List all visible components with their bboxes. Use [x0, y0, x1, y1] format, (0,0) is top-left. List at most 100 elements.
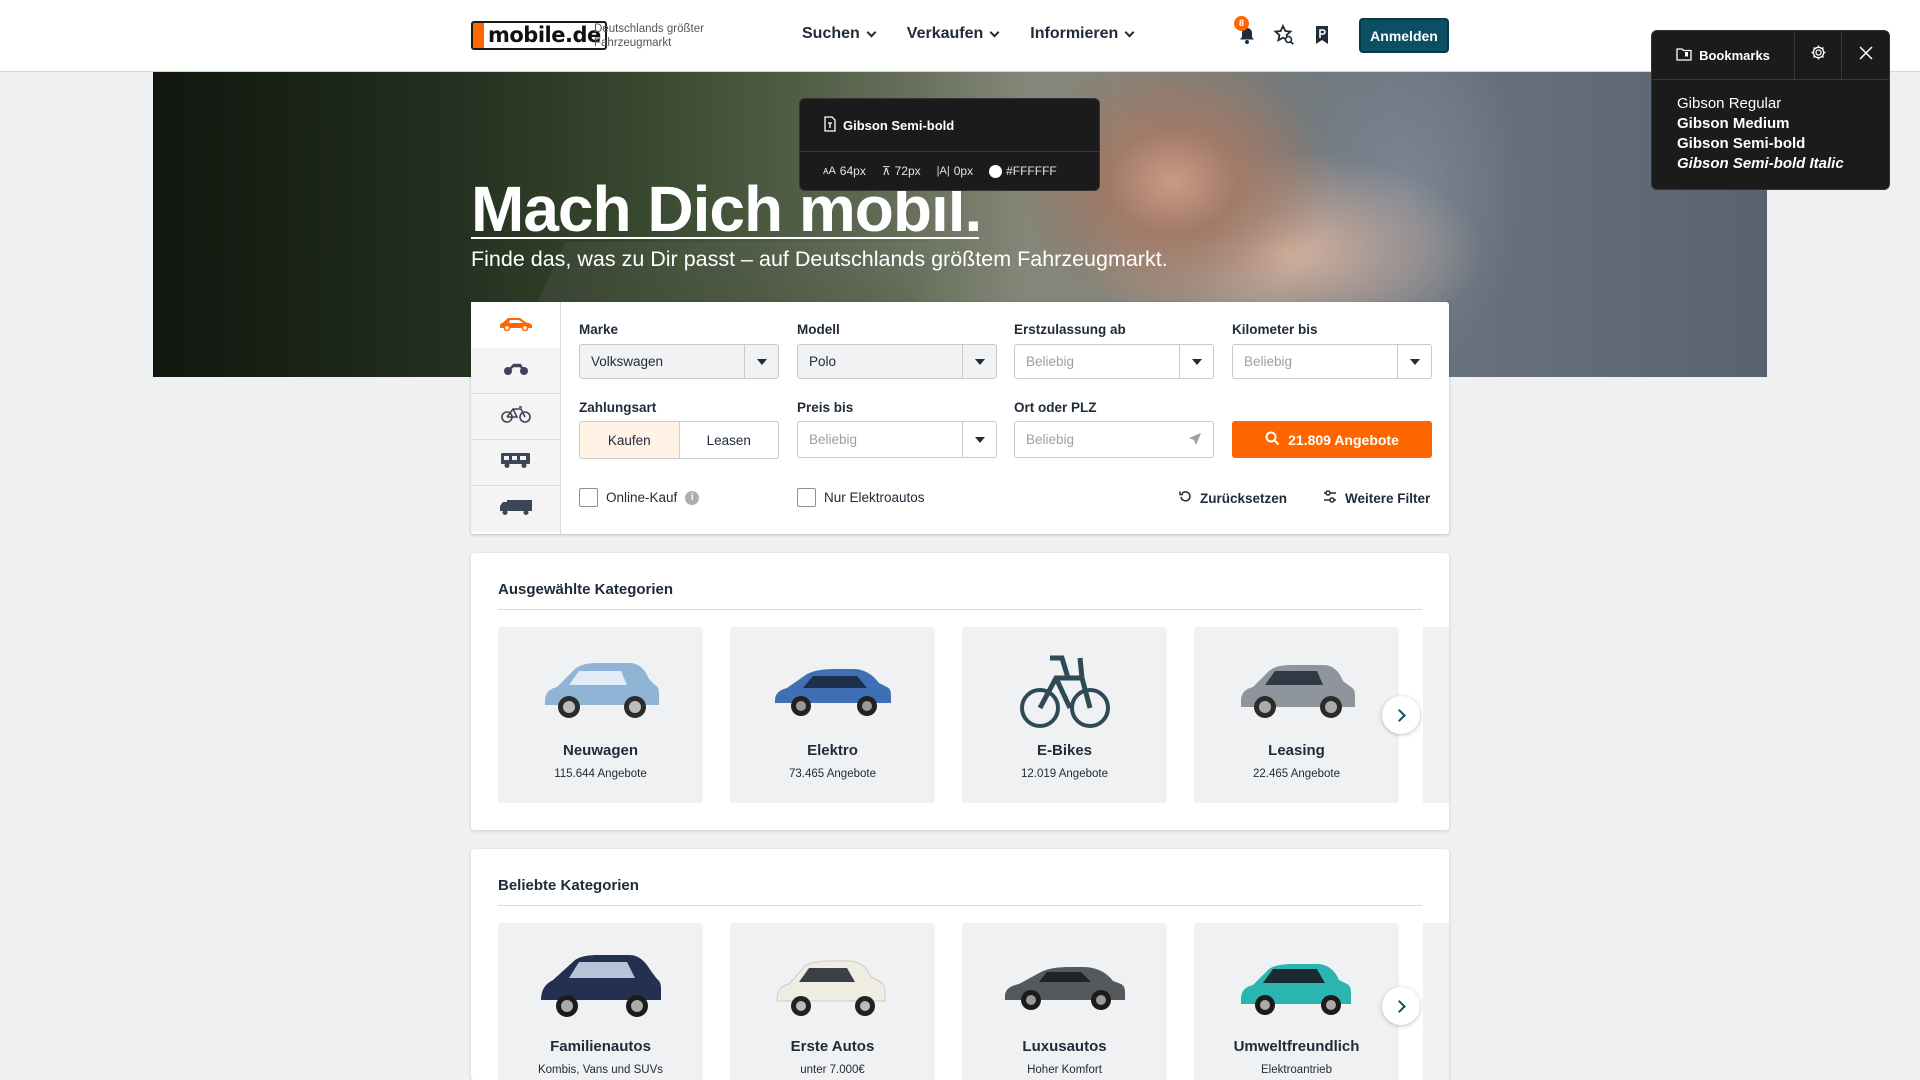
color-stat: #FFFFFF — [989, 164, 1057, 178]
truck-icon — [499, 498, 533, 521]
login-button[interactable]: Anmelden — [1359, 18, 1449, 53]
settings-button[interactable] — [1795, 31, 1842, 79]
dropdown-arrow-icon — [1397, 345, 1431, 378]
category-card-erste-autos[interactable]: Erste Autos unter 7.000€ — [730, 923, 935, 1080]
section-divider — [498, 905, 1422, 906]
search-submit-button[interactable]: 21.809 Angebote — [1232, 421, 1432, 458]
marke-select[interactable]: Volkswagen — [579, 344, 779, 379]
dropdown-arrow-icon — [744, 345, 778, 378]
logo-accent — [473, 23, 484, 48]
carousel-next-button[interactable] — [1382, 987, 1420, 1025]
camper-icon — [500, 451, 532, 474]
nav-suchen-label: Suchen — [802, 25, 860, 42]
star-search-icon[interactable] — [1273, 23, 1295, 46]
bookmark-folder-icon — [1676, 47, 1692, 64]
kilometer-select[interactable]: Beliebig — [1232, 344, 1432, 379]
card-title: Erste Autos — [790, 1038, 875, 1055]
mobile-de-logo[interactable]: mobile.de — [471, 21, 607, 50]
modell-label: Modell — [797, 322, 840, 337]
parking-bookmark-icon[interactable] — [1311, 24, 1333, 46]
category-card-neuwagen[interactable]: Neuwagen 115.644 Angebote — [498, 627, 703, 803]
category-card-umweltfreundlich[interactable]: Umweltfreundlich Elektroantrieb — [1194, 923, 1399, 1080]
reset-icon — [1179, 490, 1192, 506]
line-height-icon: ⊼ — [881, 164, 891, 178]
vehicle-type-tabs — [471, 302, 561, 534]
card-title: Leasing — [1268, 742, 1325, 759]
electric-car-image — [730, 645, 935, 735]
ort-placeholder: Beliebig — [1026, 432, 1075, 447]
ebike-image — [962, 645, 1167, 735]
bookmark-item[interactable]: Gibson Medium — [1677, 114, 1889, 134]
category-card-elektro[interactable]: Elektro 73.465 Angebote — [730, 627, 935, 803]
nav-informieren[interactable]: Informieren — [1030, 25, 1135, 43]
card-count: 115.644 Angebote — [554, 768, 647, 780]
preis-select[interactable]: Beliebig — [797, 421, 997, 458]
site-header: mobile.de Deutschlands größter Fahrzeugm… — [0, 0, 1920, 72]
tab-truck[interactable] — [471, 486, 560, 532]
carousel-next-button[interactable] — [1382, 696, 1420, 734]
crossover-image — [1194, 645, 1399, 735]
chevron-down-icon — [989, 27, 1000, 37]
marke-value: Volkswagen — [591, 354, 664, 369]
hero-subtitle: Finde das, was zu Dir passt – auf Deutsc… — [471, 247, 1168, 271]
nav-verkaufen[interactable]: Verkaufen — [906, 25, 1000, 43]
kilometer-label: Kilometer bis — [1232, 322, 1318, 337]
tooltip-header: Gibson Semi-bold — [800, 99, 1099, 152]
online-kauf-option[interactable]: Online-Kauf i — [579, 488, 700, 507]
dropdown-arrow-icon — [962, 422, 996, 457]
card-count: 22.465 Angebote — [1253, 768, 1340, 780]
toggle-kaufen[interactable]: Kaufen — [580, 422, 680, 458]
dropdown-arrow-icon — [962, 345, 996, 378]
tab-motorbike[interactable] — [471, 348, 560, 394]
marke-label: Marke — [579, 322, 619, 337]
modell-select[interactable]: Polo — [797, 344, 997, 379]
card-peek — [1423, 923, 1449, 1080]
card-subtitle: Elektroantrieb — [1261, 1064, 1332, 1076]
info-icon[interactable]: i — [685, 490, 700, 505]
bookmark-item[interactable]: Gibson Regular — [1677, 94, 1889, 114]
section-divider — [498, 609, 1422, 610]
bookmarks-tab[interactable]: Bookmarks — [1652, 31, 1795, 79]
category-card-luxusautos[interactable]: Luxusautos Hoher Komfort — [962, 923, 1167, 1080]
elektro-option[interactable]: Nur Elektroautos — [797, 488, 925, 507]
toggle-leasen[interactable]: Leasen — [680, 422, 779, 458]
elektro-checkbox[interactable] — [797, 488, 816, 507]
bookmark-item[interactable]: Gibson Semi-bold — [1677, 134, 1889, 154]
letter-spacing-value: 0px — [953, 164, 974, 178]
category-card-ebikes[interactable]: E-Bikes 12.019 Angebote — [962, 627, 1167, 803]
online-kauf-checkbox[interactable] — [579, 488, 598, 507]
tab-camper[interactable] — [471, 440, 560, 486]
font-size-icon: ᴀA — [823, 165, 836, 177]
more-filters-link[interactable]: Weitere Filter — [1323, 490, 1430, 506]
close-button[interactable] — [1842, 31, 1889, 79]
popular-categories-section: Beliebte Kategorien Familienautos Kombis… — [471, 849, 1449, 1080]
reset-link[interactable]: Zurücksetzen — [1179, 490, 1287, 506]
nav-informieren-label: Informieren — [1030, 25, 1119, 42]
nav-verkaufen-label: Verkaufen — [906, 25, 984, 42]
ort-input[interactable]: Beliebig — [1014, 421, 1214, 458]
card-peek — [1423, 627, 1449, 803]
card-title: E-Bikes — [1036, 742, 1093, 759]
erstzulassung-select[interactable]: Beliebig — [1014, 344, 1214, 379]
zahlungsart-label: Zahlungsart — [579, 400, 657, 415]
category-card-familienautos[interactable]: Familienautos Kombis, Vans und SUVs — [498, 923, 703, 1080]
location-arrow-icon[interactable] — [1188, 432, 1202, 449]
quick-search-panel: Marke Volkswagen Modell Polo Erstzulassu… — [471, 302, 1449, 534]
van-image — [498, 941, 703, 1031]
tab-car[interactable] — [471, 302, 560, 348]
font-size-stat: ᴀA 64px — [823, 164, 866, 178]
gear-icon — [1810, 44, 1827, 66]
small-car-image — [730, 941, 935, 1031]
notification-badge: 8 — [1234, 16, 1249, 31]
reset-label: Zurücksetzen — [1200, 490, 1288, 506]
tab-ebike[interactable] — [471, 394, 560, 440]
font-file-icon — [823, 115, 837, 135]
category-card-leasing[interactable]: Leasing 22.465 Angebote — [1194, 627, 1399, 803]
card-subtitle: unter 7.000€ — [800, 1064, 865, 1076]
online-kauf-label: Online-Kauf — [606, 490, 678, 505]
nav-suchen[interactable]: Suchen — [802, 25, 877, 43]
dropdown-arrow-icon — [1179, 345, 1213, 378]
tooltip-font-name: Gibson Semi-bold — [843, 117, 955, 133]
tagline: Deutschlands größter Fahrzeugmarkt — [594, 22, 704, 50]
bookmark-item[interactable]: Gibson Semi-bold Italic — [1677, 154, 1889, 174]
